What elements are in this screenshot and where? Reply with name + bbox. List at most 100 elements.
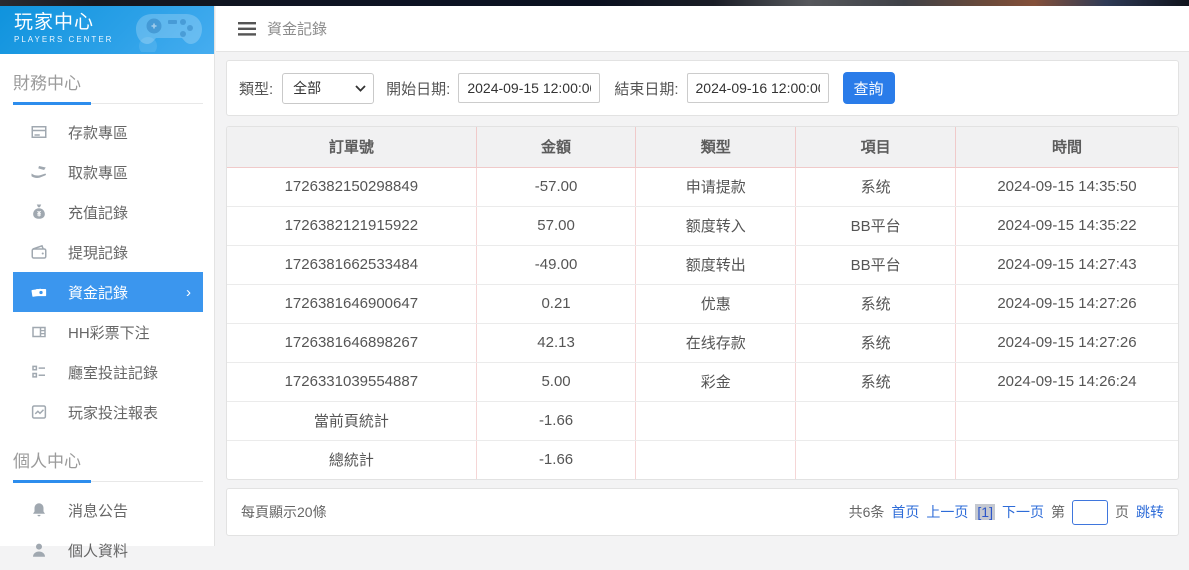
type-select[interactable]: 全部 xyxy=(282,73,374,104)
cell-amount: -1.66 xyxy=(476,401,636,440)
sidebar-item-label: 玩家投注報表 xyxy=(68,402,158,423)
sidebar-item-hh-lottery-bets[interactable]: HH彩票下注 xyxy=(13,312,203,352)
search-button[interactable]: 查詢 xyxy=(843,72,895,104)
newspaper-icon xyxy=(30,323,48,341)
sidebar-item-announcements[interactable]: 消息公告 xyxy=(13,490,203,530)
records-table-card: 訂單號 金額 類型 項目 時間 1726382150298849 -57.00 … xyxy=(226,126,1179,480)
end-date-label: 結束日期: xyxy=(614,78,678,99)
topbar: 資金記錄 xyxy=(216,6,1189,52)
sidebar-item-label: HH彩票下注 xyxy=(68,322,150,343)
start-date-input[interactable] xyxy=(458,73,600,103)
cell-item: 系统 xyxy=(796,362,956,401)
start-date-label: 開始日期: xyxy=(386,78,450,99)
table-row: 1726382150298849 -57.00 申请提款 系统 2024-09-… xyxy=(227,167,1178,206)
cell-item xyxy=(796,401,956,440)
cell-item: BB平台 xyxy=(796,206,956,245)
current-page-summary-row: 當前頁統計 -1.66 xyxy=(227,401,1178,440)
next-page-link[interactable]: 下一页 xyxy=(1002,502,1044,522)
first-page-link[interactable]: 首页 xyxy=(891,502,919,522)
cell-amount: -1.66 xyxy=(476,440,636,479)
sidebar-item-player-bet-report[interactable]: 玩家投注報表 xyxy=(13,392,203,432)
cell-item: BB平台 xyxy=(796,245,956,284)
brand-header: 玩家中心 PLAYERS CENTER xyxy=(0,6,214,54)
sidebar-item-label: 廳室投註記錄 xyxy=(68,362,158,383)
cell-time: 2024-09-15 14:35:22 xyxy=(955,206,1178,245)
table-header-row: 訂單號 金額 類型 項目 時間 xyxy=(227,127,1178,167)
sidebar-item-label: 消息公告 xyxy=(68,500,128,521)
table-row: 1726381662533484 -49.00 额度转出 BB平台 2024-0… xyxy=(227,245,1178,284)
finance-menu: 存款專區 取款專區 充值記錄 提現記錄 資金記錄 › xyxy=(0,112,214,432)
col-amount: 金額 xyxy=(476,127,636,167)
cell-amount: -49.00 xyxy=(476,245,636,284)
cell-item xyxy=(796,440,956,479)
jump-button[interactable]: 跳转 xyxy=(1136,502,1164,522)
cell-order-no: 1726331039554887 xyxy=(227,362,476,401)
table-row: 1726381646898267 42.13 在线存款 系统 2024-09-1… xyxy=(227,323,1178,362)
col-order-no: 訂單號 xyxy=(227,127,476,167)
sidebar-item-deposit-zone[interactable]: 存款專區 xyxy=(13,112,203,152)
cell-time xyxy=(955,401,1178,440)
cell-type xyxy=(636,401,796,440)
cell-type: 申请提款 xyxy=(636,167,796,206)
personal-menu: 消息公告 個人資料 xyxy=(0,490,214,570)
cell-amount: 57.00 xyxy=(476,206,636,245)
sidebar-item-label: 資金記錄 xyxy=(68,282,128,303)
report-icon xyxy=(30,403,48,421)
cell-order-no: 1726381662533484 xyxy=(227,245,476,284)
cash-icon xyxy=(30,283,48,301)
sidebar-item-label: 存款專區 xyxy=(68,122,128,143)
cell-type: 优惠 xyxy=(636,284,796,323)
pager: 共6条 首页 上一页 [1] 下一页 第 页 跳转 xyxy=(849,500,1164,525)
cell-type: 彩金 xyxy=(636,362,796,401)
moneybag-icon xyxy=(30,203,48,221)
brand-subtitle: PLAYERS CENTER xyxy=(14,35,214,44)
jump-page-input[interactable] xyxy=(1072,500,1108,525)
deposit-card-icon xyxy=(30,123,48,141)
wallet-icon xyxy=(30,243,48,261)
total-summary-row: 總統計 -1.66 xyxy=(227,440,1178,479)
col-time: 時間 xyxy=(955,127,1178,167)
brand-title: 玩家中心 xyxy=(14,12,214,34)
hamburger-icon[interactable] xyxy=(238,22,256,36)
sidebar-item-label: 取款專區 xyxy=(68,162,128,183)
cell-summary-label: 當前頁統計 xyxy=(227,401,476,440)
cell-time: 2024-09-15 14:26:24 xyxy=(955,362,1178,401)
jump-suffix-label: 页 xyxy=(1115,502,1129,522)
cell-summary-label: 總統計 xyxy=(227,440,476,479)
sidebar-item-withdraw-zone[interactable]: 取款專區 xyxy=(13,152,203,192)
cell-time xyxy=(955,440,1178,479)
person-icon xyxy=(30,541,48,559)
cell-order-no: 1726381646900647 xyxy=(227,284,476,323)
cell-type: 额度转入 xyxy=(636,206,796,245)
cell-time: 2024-09-15 14:35:50 xyxy=(955,167,1178,206)
current-page-indicator: [1] xyxy=(975,504,995,520)
table-row: 1726382121915922 57.00 额度转入 BB平台 2024-09… xyxy=(227,206,1178,245)
table-row: 1726381646900647 0.21 优惠 系统 2024-09-15 1… xyxy=(227,284,1178,323)
cell-amount: 5.00 xyxy=(476,362,636,401)
section-title-personal: 個人中心 xyxy=(13,447,203,482)
pagination-bar: 每頁顯示20條 共6条 首页 上一页 [1] 下一页 第 页 跳转 xyxy=(226,488,1179,536)
sidebar-item-profile[interactable]: 個人資料 xyxy=(13,530,203,570)
sidebar-item-recharge-records[interactable]: 充值記錄 xyxy=(13,192,203,232)
jump-prefix-label: 第 xyxy=(1051,502,1065,522)
sidebar-item-withdrawal-records[interactable]: 提現記錄 xyxy=(13,232,203,272)
cell-time: 2024-09-15 14:27:26 xyxy=(955,323,1178,362)
cell-order-no: 1726381646898267 xyxy=(227,323,476,362)
sidebar-item-label: 個人資料 xyxy=(68,540,128,561)
withdraw-hand-icon xyxy=(30,163,48,181)
prev-page-link[interactable]: 上一页 xyxy=(926,502,968,522)
cell-amount: -57.00 xyxy=(476,167,636,206)
cell-item: 系统 xyxy=(796,323,956,362)
type-label: 類型: xyxy=(239,78,273,99)
sidebar-item-hall-bet-records[interactable]: 廳室投註記錄 xyxy=(13,352,203,392)
cell-type: 额度转出 xyxy=(636,245,796,284)
bell-icon xyxy=(30,501,48,519)
sidebar-item-fund-records[interactable]: 資金記錄 › xyxy=(13,272,203,312)
cell-time: 2024-09-15 14:27:26 xyxy=(955,284,1178,323)
total-count-text: 共6条 xyxy=(849,502,885,522)
cell-item: 系统 xyxy=(796,167,956,206)
end-date-input[interactable] xyxy=(687,73,829,103)
fund-records-table: 訂單號 金額 類型 項目 時間 1726382150298849 -57.00 … xyxy=(227,127,1178,479)
page-title: 資金記錄 xyxy=(267,18,327,39)
cell-item: 系统 xyxy=(796,284,956,323)
